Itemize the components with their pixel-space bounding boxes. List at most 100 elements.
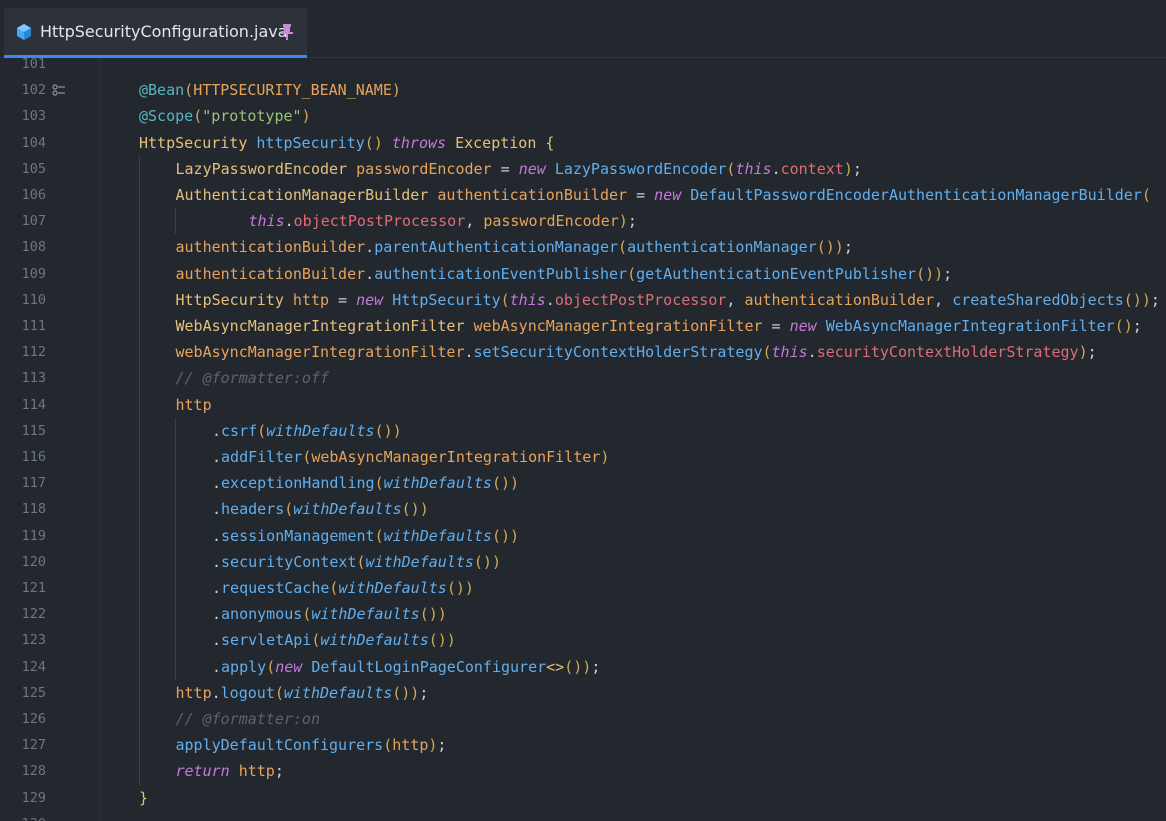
line-number: 113 xyxy=(21,370,46,387)
code-token: DefaultPasswordEncoderAuthenticationMana… xyxy=(690,186,1142,204)
code-text: .headers(withDefaults()) xyxy=(212,496,429,522)
code-text: webAsyncManagerIntegrationFilter.setSecu… xyxy=(176,339,1097,365)
code-token: = xyxy=(500,159,519,178)
code-token: new xyxy=(356,290,393,309)
code-token: passwordEncoder xyxy=(356,159,501,178)
code-line[interactable]: 127 applyDefaultConfigurers(http); xyxy=(0,732,1166,758)
code-token: csrf xyxy=(221,421,258,440)
code-text: // @formatter:on xyxy=(176,706,321,732)
tab-httpsecurityconfiguration[interactable]: HttpSecurityConfiguration.java xyxy=(4,8,307,58)
code-line[interactable]: 128 return http; xyxy=(0,758,1166,784)
line-number: 101 xyxy=(21,58,46,72)
code-token: . xyxy=(771,159,781,178)
code-token: http xyxy=(175,683,212,702)
code-token: ) xyxy=(301,107,311,126)
code-line[interactable]: 114 http xyxy=(0,392,1166,418)
code-token: ( xyxy=(257,421,267,440)
code-token: setSecurityContextHolderStrategy xyxy=(473,343,763,362)
implementation-icon[interactable] xyxy=(52,84,66,96)
code-token: LazyPasswordEncoder xyxy=(175,159,357,178)
code-token: withDefaults xyxy=(311,605,420,624)
code-line[interactable]: 113 // @formatter:off xyxy=(0,365,1166,391)
code-token: WebAsyncManagerIntegrationFilter xyxy=(175,317,474,335)
code-token: DefaultLoginPageConfigurer xyxy=(311,657,547,676)
code-editor[interactable]: 101 102 @Bean(HTTPSECURITY_BEAN_NAME) 103 @S… xyxy=(0,58,1166,821)
code-token: HttpSecurity xyxy=(392,290,501,309)
code-line[interactable]: 125 http.logout(withDefaults()); xyxy=(0,680,1166,706)
code-token: () xyxy=(364,133,392,152)
code-token: authenticationBuilder xyxy=(437,186,637,204)
code-token: ()) xyxy=(491,526,520,545)
code-line[interactable]: 106 AuthenticationManagerBuilder authenti… xyxy=(0,182,1166,208)
code-text: .anonymous(withDefaults()) xyxy=(212,601,447,627)
line-number: 118 xyxy=(21,501,46,518)
code-token: withDefaults xyxy=(383,474,492,493)
line-number: 124 xyxy=(21,658,46,675)
code-token: withDefaults xyxy=(266,421,375,440)
code-token: WebAsyncManagerIntegrationFilter xyxy=(825,317,1115,335)
code-token: authenticationBuilder xyxy=(744,290,935,309)
code-token: = xyxy=(771,317,790,335)
code-token: ()) xyxy=(392,683,420,702)
code-token: authenticationManager xyxy=(627,238,817,257)
code-line[interactable]: 105 LazyPasswordEncoder passwordEncoder =… xyxy=(0,156,1166,182)
code-line[interactable]: 102 @Bean(HTTPSECURITY_BEAN_NAME) xyxy=(0,77,1166,103)
line-number: 129 xyxy=(21,789,46,806)
line-number: 127 xyxy=(21,737,46,754)
code-text: http xyxy=(176,392,212,418)
line-number: 123 xyxy=(21,632,46,649)
code-token: . xyxy=(807,343,817,362)
code-token: ( xyxy=(302,605,312,624)
code-token: addFilter xyxy=(221,448,303,466)
code-token: HttpSecurity xyxy=(139,133,257,152)
line-number: 119 xyxy=(21,527,46,544)
code-token: ) xyxy=(600,448,610,466)
code-token: ( xyxy=(374,526,384,545)
code-token: HTTPSECURITY_BEAN_NAME xyxy=(193,81,392,100)
code-line[interactable]: 110 HttpSecurity http = new HttpSecurity(… xyxy=(0,287,1166,313)
code-token: ()) xyxy=(564,657,592,676)
code-token: new xyxy=(789,317,826,335)
code-token: . xyxy=(212,657,222,676)
code-token: ( xyxy=(500,290,510,309)
code-text: authenticationBuilder.authenticationEven… xyxy=(176,261,953,287)
code-token: webAsyncManagerIntegrationFilter xyxy=(175,343,465,362)
code-token: . xyxy=(212,579,222,597)
code-line[interactable]: 103 @Scope("prototype") xyxy=(0,103,1166,129)
code-line[interactable]: 129} xyxy=(0,785,1166,811)
code-token: authenticationBuilder xyxy=(175,238,366,257)
pin-icon[interactable] xyxy=(280,23,294,41)
code-token: ()) xyxy=(401,500,429,519)
code-line[interactable]: 112 webAsyncManagerIntegrationFilter.setS… xyxy=(0,339,1166,365)
code-token: Exception xyxy=(455,133,546,152)
code-token: ( xyxy=(266,657,276,676)
code-token: ()) xyxy=(428,631,456,650)
code-text: AuthenticationManagerBuilder authenticat… xyxy=(176,182,1151,208)
code-line[interactable]: 104 HttpSecurity httpSecurity() throws Ex… xyxy=(0,130,1166,156)
code-token: = xyxy=(338,290,357,309)
code-line[interactable]: 130 xyxy=(0,811,1166,821)
code-line[interactable]: 101 xyxy=(0,58,1166,77)
code-text: WebAsyncManagerIntegrationFilter webAsyn… xyxy=(176,313,1142,339)
code-token: . xyxy=(212,474,222,493)
code-line[interactable]: 111 WebAsyncManagerIntegrationFilter webA… xyxy=(0,313,1166,339)
code-text: @Scope("prototype") xyxy=(139,103,311,129)
code-token: ; xyxy=(1087,343,1097,362)
code-token: , xyxy=(465,212,484,231)
code-text: return http; xyxy=(176,758,284,784)
code-token: ()) xyxy=(419,605,447,624)
code-line[interactable]: 108 authenticationBuilder.parentAuthentic… xyxy=(0,234,1166,260)
code-token: } xyxy=(139,788,149,807)
code-token: ( xyxy=(302,448,312,466)
code-token: . xyxy=(464,343,474,362)
code-token: new xyxy=(275,657,312,676)
code-token: getAuthenticationEventPublisher xyxy=(636,264,917,283)
code-token: logout xyxy=(220,683,275,702)
line-number: 122 xyxy=(21,606,46,623)
code-token: ()) xyxy=(473,552,501,571)
code-line[interactable]: 126 // @formatter:on xyxy=(0,706,1166,732)
code-token: . xyxy=(211,683,221,702)
code-line[interactable]: 109 authenticationBuilder.authenticationE… xyxy=(0,261,1166,287)
code-token: @Bean xyxy=(139,81,185,100)
code-text: .servletApi(withDefaults()) xyxy=(212,627,456,653)
